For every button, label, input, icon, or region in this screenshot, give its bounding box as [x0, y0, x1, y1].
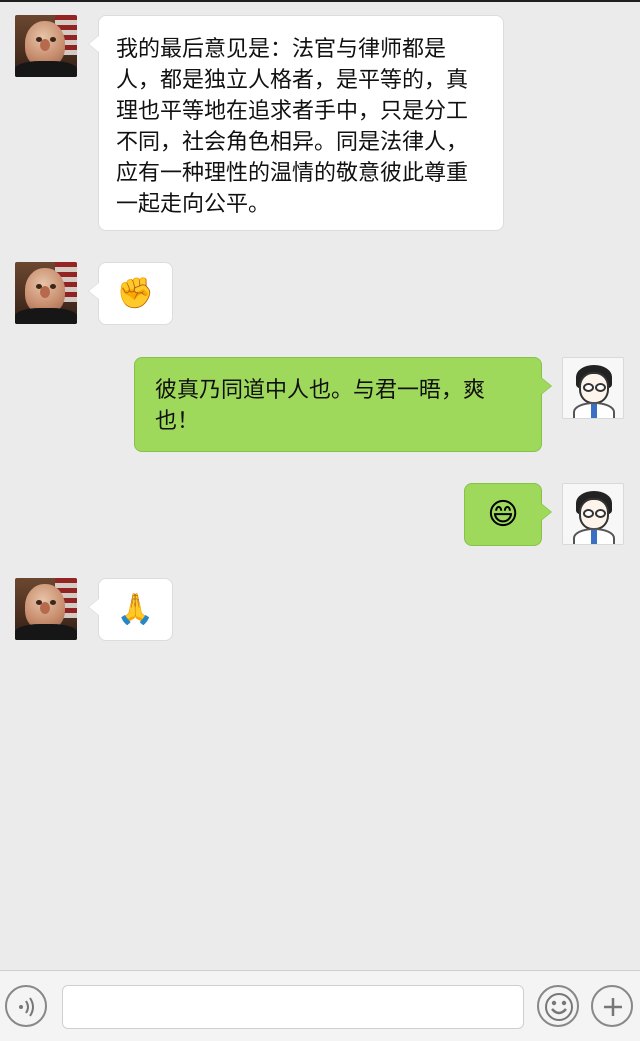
emoji-button[interactable] [537, 985, 579, 1027]
message-input[interactable] [62, 985, 524, 1029]
voice-button[interactable] [5, 985, 47, 1027]
chat-area[interactable]: 我的最后意见是：法官与律师都是人，都是独立人格者，是平等的，真理也平等地在追求者… [0, 2, 640, 970]
fist-emoji: ✊ [116, 275, 155, 311]
plus-button[interactable] [591, 985, 633, 1027]
message-bubble[interactable]: 我的最后意见是：法官与律师都是人，都是独立人格者，是平等的，真理也平等地在追求者… [88, 15, 504, 231]
input-bar [0, 970, 640, 1041]
clasp-hands-emoji: 🙏 [116, 591, 155, 627]
judge-avatar[interactable] [15, 262, 77, 324]
me-avatar[interactable] [562, 357, 624, 419]
emoji-icon [545, 993, 573, 1021]
emoji-bubble[interactable]: ✊ [88, 262, 173, 325]
judge-avatar[interactable] [15, 15, 77, 77]
me-avatar[interactable] [562, 483, 624, 545]
judge-avatar[interactable] [15, 578, 77, 640]
grin-emoji: 😄 [487, 496, 519, 532]
emoji-bubble[interactable]: 🙏 [88, 578, 173, 641]
emoji-bubble[interactable]: 😄 [464, 483, 552, 546]
message-text: 彼真乃同道中人也。与君一晤，爽也！ [155, 378, 486, 434]
message-bubble[interactable]: 彼真乃同道中人也。与君一晤，爽也！ [134, 357, 552, 452]
voice-icon [19, 997, 34, 1017]
plus-icon [604, 998, 622, 1016]
message-text: 我的最后意见是：法官与律师都是人，都是独立人格者，是平等的，真理也平等地在追求者… [116, 37, 469, 217]
